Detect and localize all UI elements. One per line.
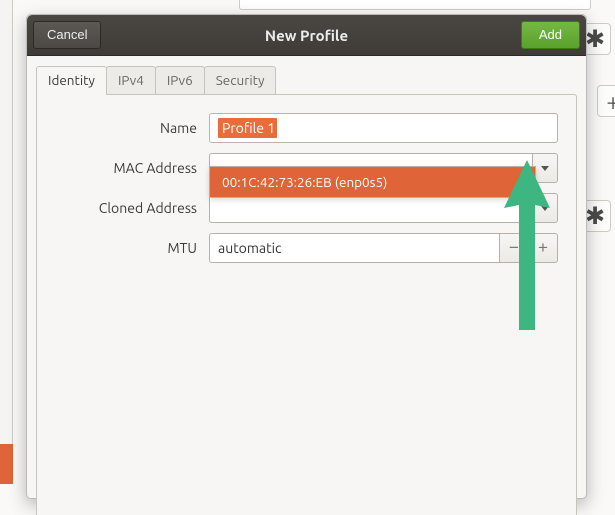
mac-dropdown-option[interactable]: 00:1C:42:73:26:EB (enp0s5)	[210, 167, 535, 197]
dialog-headerbar: Cancel New Profile Add	[27, 15, 586, 56]
tab-panel-identity: Name Profile 1 MAC Address	[36, 94, 577, 515]
mac-label: MAC Address	[37, 160, 209, 176]
mtu-row: MTU − +	[37, 233, 576, 263]
mtu-plus-button[interactable]: +	[528, 233, 558, 263]
cloned-address-dropdown-button[interactable]	[532, 193, 558, 223]
tab-ipv4[interactable]: IPv4	[106, 66, 156, 95]
name-value-selected: Profile 1	[218, 118, 277, 138]
new-profile-dialog: Cancel New Profile Add Identity IPv4 IPv…	[26, 14, 587, 499]
add-button[interactable]: Add	[521, 21, 580, 49]
dialog-title: New Profile	[27, 27, 586, 44]
tab-bar: Identity IPv4 IPv6 Security	[36, 65, 577, 94]
name-input[interactable]: Profile 1	[209, 113, 558, 143]
background-partial-tab	[239, 0, 591, 10]
name-row: Name Profile 1	[37, 113, 576, 143]
name-label: Name	[37, 120, 209, 136]
tab-identity[interactable]: Identity	[36, 66, 107, 95]
mac-address-dropdown-list: 00:1C:42:73:26:EB (enp0s5)	[209, 166, 536, 198]
tab-ipv6[interactable]: IPv6	[155, 66, 205, 95]
mtu-input[interactable]	[209, 233, 500, 263]
plus-button-bg-2[interactable]: +	[597, 85, 615, 117]
cloned-label: Cloned Address	[37, 200, 209, 216]
background-pane	[0, 0, 13, 470]
background-orange-strip	[0, 444, 13, 484]
cancel-button[interactable]: Cancel	[33, 21, 101, 49]
mtu-stepper: − +	[209, 233, 558, 263]
mtu-minus-button[interactable]: −	[499, 233, 529, 263]
chevron-down-icon	[541, 206, 549, 211]
mtu-label: MTU	[37, 240, 209, 256]
chevron-down-icon	[541, 166, 549, 171]
tab-security[interactable]: Security	[204, 66, 277, 95]
